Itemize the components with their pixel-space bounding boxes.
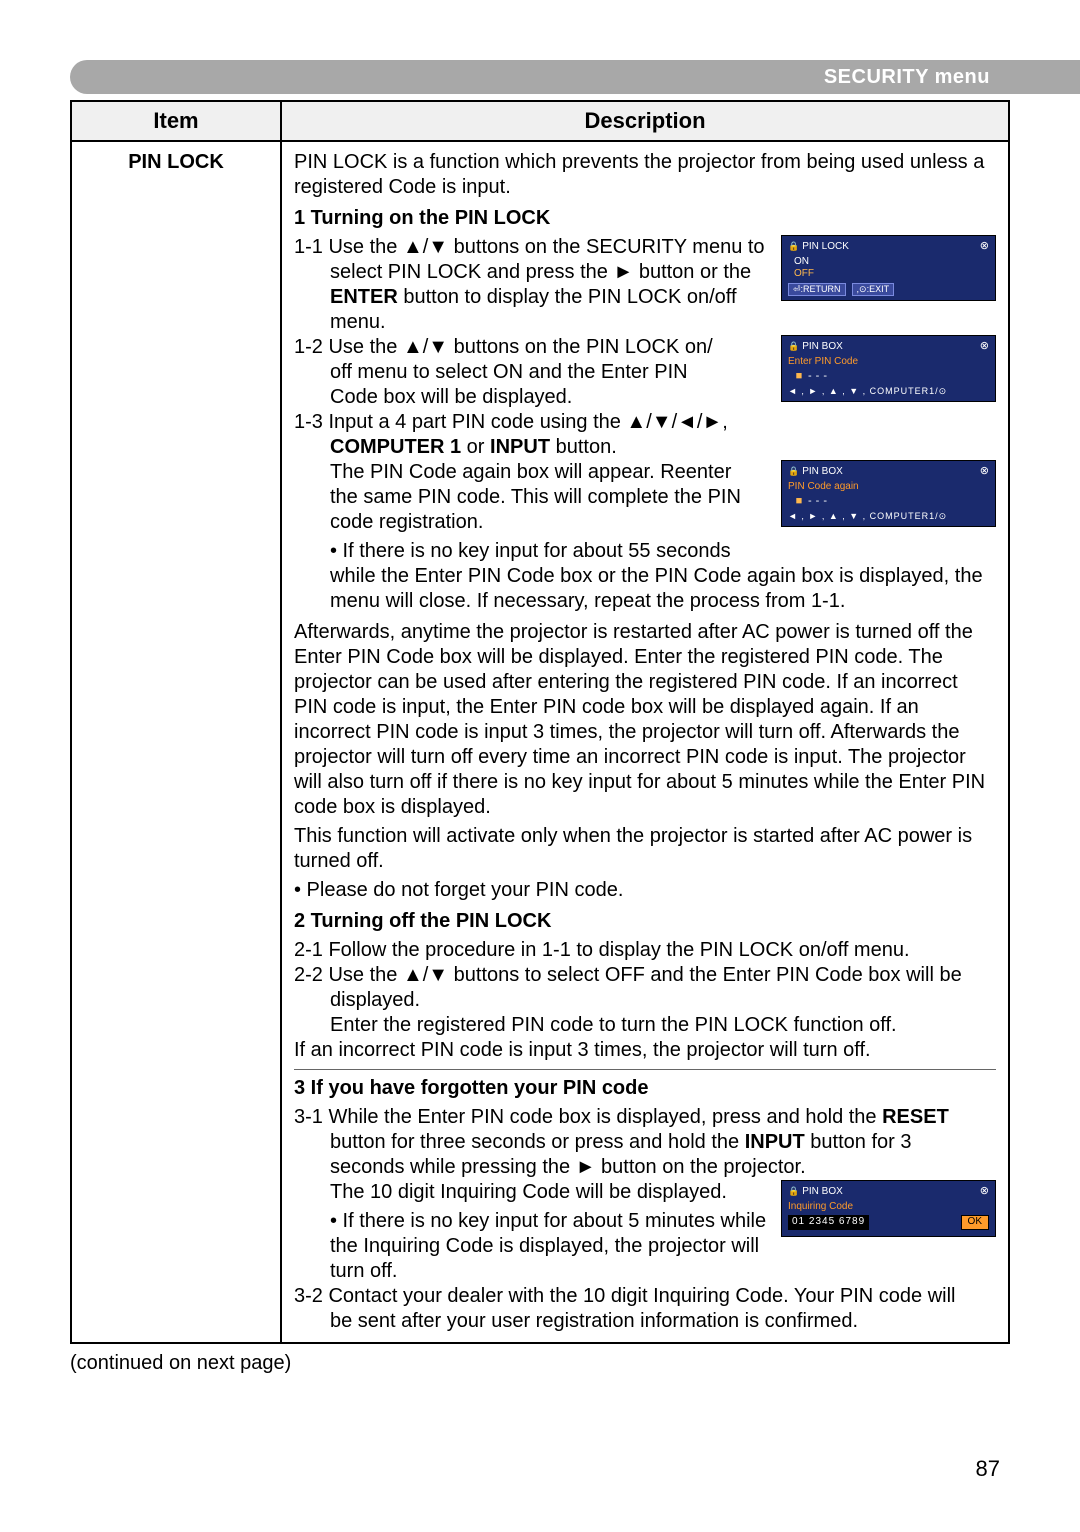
- s1-1c: ENTER button to display the PIN LOCK on/…: [294, 285, 771, 310]
- lock-icon: [788, 466, 802, 479]
- s3-1c: seconds while pressing the ► button on t…: [294, 1155, 996, 1180]
- osd-title3: PIN BOX: [802, 466, 980, 479]
- osd-code-row2: ■---: [794, 495, 989, 509]
- item-cell: PIN LOCK: [71, 141, 281, 1343]
- s3-2b: be sent after your user registration inf…: [294, 1309, 996, 1334]
- osd-enter-label: Enter PIN Code: [788, 356, 989, 369]
- osd-inq-label: Inquiring Code: [788, 1201, 989, 1214]
- s3-1d: The 10 digit Inquiring Code will be disp…: [294, 1180, 771, 1205]
- s1-note1b: while the Enter PIN Code box or the PIN …: [294, 564, 996, 614]
- osd-ok-button: OK: [961, 1215, 989, 1230]
- s3-note: • If there is no key input for about 5 m…: [294, 1209, 771, 1284]
- s2-2b: displayed.: [294, 988, 996, 1013]
- step-1-1-row: 1-1 Use the ▲/▼ buttons on the SECURITY …: [294, 235, 996, 335]
- separator: [294, 1069, 996, 1070]
- close-icon: [980, 340, 989, 354]
- s1-1a: 1-1 Use the ▲/▼ buttons on the SECURITY …: [294, 235, 771, 260]
- osd-inq-code: 01 2345 6789: [788, 1215, 869, 1230]
- lock-icon: [788, 1186, 802, 1199]
- continued-label: (continued on next page): [70, 1352, 1010, 1375]
- s3-1b: button for three seconds or press and ho…: [294, 1130, 996, 1155]
- osd-nav2: ◄ , ► , ▲ , ▼ , COMPUTER1/⊙: [788, 511, 989, 522]
- s1-1b: select PIN LOCK and press the ► button o…: [294, 260, 771, 285]
- s1-2c: Code box will be displayed.: [294, 385, 771, 410]
- para3: This function will activate only when th…: [294, 824, 996, 874]
- osd-on: ON: [788, 256, 989, 269]
- para2: Afterwards, anytime the projector is res…: [294, 620, 996, 820]
- osd-nav: ◄ , ► , ▲ , ▼ , COMPUTER1/⊙: [788, 386, 989, 397]
- close-icon: [980, 465, 989, 479]
- table-row: PIN LOCK PIN LOCK is a function which pr…: [71, 141, 1009, 1343]
- osd-off: OFF: [788, 268, 989, 281]
- osd-title4: PIN BOX: [802, 1186, 980, 1199]
- section-1-title: 1 Turning on the PIN LOCK: [294, 206, 996, 231]
- section-2-title: 2 Turning off the PIN LOCK: [294, 909, 996, 934]
- osd-exit: ,⊙:EXIT: [852, 283, 895, 296]
- section-3-title: 3 If you have forgotten your PIN code: [294, 1076, 996, 1101]
- s2-3: If an incorrect PIN code is input 3 time…: [294, 1038, 996, 1063]
- description-table: Item Description PIN LOCK PIN LOCK is a …: [70, 100, 1010, 1344]
- s2-2c: Enter the registered PIN code to turn th…: [294, 1013, 996, 1038]
- osd-return: ⏎:RETURN: [788, 283, 846, 296]
- osd-title2: PIN BOX: [802, 341, 980, 354]
- step-3-row: The 10 digit Inquiring Code will be disp…: [294, 1180, 996, 1284]
- header-bar: SECURITY menu: [70, 60, 1080, 94]
- step-1-2-row: 1-2 Use the ▲/▼ buttons on the PIN LOCK …: [294, 335, 996, 460]
- osd-pin-again: PIN BOX PIN Code again ■--- ◄ , ► , ▲ , …: [781, 460, 996, 527]
- s1-note1: • If there is no key input for about 55 …: [294, 539, 771, 564]
- osd-again-label: PIN Code again: [788, 481, 989, 494]
- s2-1: 2-1 Follow the procedure in 1-1 to displ…: [294, 938, 996, 963]
- step-1-2-text: 1-2 Use the ▲/▼ buttons on the PIN LOCK …: [294, 335, 771, 460]
- osd-enter-pin: PIN BOX Enter PIN Code ■--- ◄ , ► , ▲ , …: [781, 335, 996, 402]
- header-title: SECURITY menu: [824, 66, 990, 89]
- osd-pinlock-menu: PIN LOCK ON OFF ⏎:RETURN ,⊙:EXIT: [781, 235, 996, 301]
- intro-text: PIN LOCK is a function which prevents th…: [294, 150, 996, 200]
- s2-2a: 2-2 Use the ▲/▼ buttons to select OFF an…: [294, 963, 996, 988]
- osd-code-row: ■---: [794, 370, 989, 384]
- s1-3c: The PIN Code again box will appear. Reen…: [294, 460, 771, 485]
- osd-inquiring: PIN BOX Inquiring Code 01 2345 6789 OK: [781, 1180, 996, 1237]
- step-3-text: The 10 digit Inquiring Code will be disp…: [294, 1180, 771, 1284]
- s1-3e: code registration.: [294, 510, 771, 535]
- s3-1a: 3-1 While the Enter PIN code box is disp…: [294, 1105, 996, 1130]
- close-icon: [980, 240, 989, 254]
- s1-3a: 1-3 Input a 4 part PIN code using the ▲/…: [294, 410, 771, 435]
- description-cell: PIN LOCK is a function which prevents th…: [281, 141, 1009, 1343]
- step-1-1-text: 1-1 Use the ▲/▼ buttons on the SECURITY …: [294, 235, 771, 335]
- col-header-desc: Description: [281, 101, 1009, 141]
- lock-icon: [788, 241, 802, 254]
- step-1-3-text: The PIN Code again box will appear. Reen…: [294, 460, 771, 564]
- para4: • Please do not forget your PIN code.: [294, 878, 996, 903]
- lock-icon: [788, 341, 802, 354]
- s1-3b: COMPUTER 1 or INPUT button.: [294, 435, 771, 460]
- content-area: Item Description PIN LOCK PIN LOCK is a …: [70, 100, 1010, 1375]
- osd-title: PIN LOCK: [802, 241, 980, 254]
- s1-2b: off menu to select ON and the Enter PIN: [294, 360, 771, 385]
- s3-2a: 3-2 Contact your dealer with the 10 digi…: [294, 1284, 996, 1309]
- page-number: 87: [976, 1456, 1000, 1482]
- col-header-item: Item: [71, 101, 281, 141]
- step-1-3-row: The PIN Code again box will appear. Reen…: [294, 460, 996, 564]
- s1-2a: 1-2 Use the ▲/▼ buttons on the PIN LOCK …: [294, 335, 771, 360]
- s1-3d: the same PIN code. This will complete th…: [294, 485, 771, 510]
- close-icon: [980, 1185, 989, 1199]
- s1-1d: menu.: [294, 310, 771, 335]
